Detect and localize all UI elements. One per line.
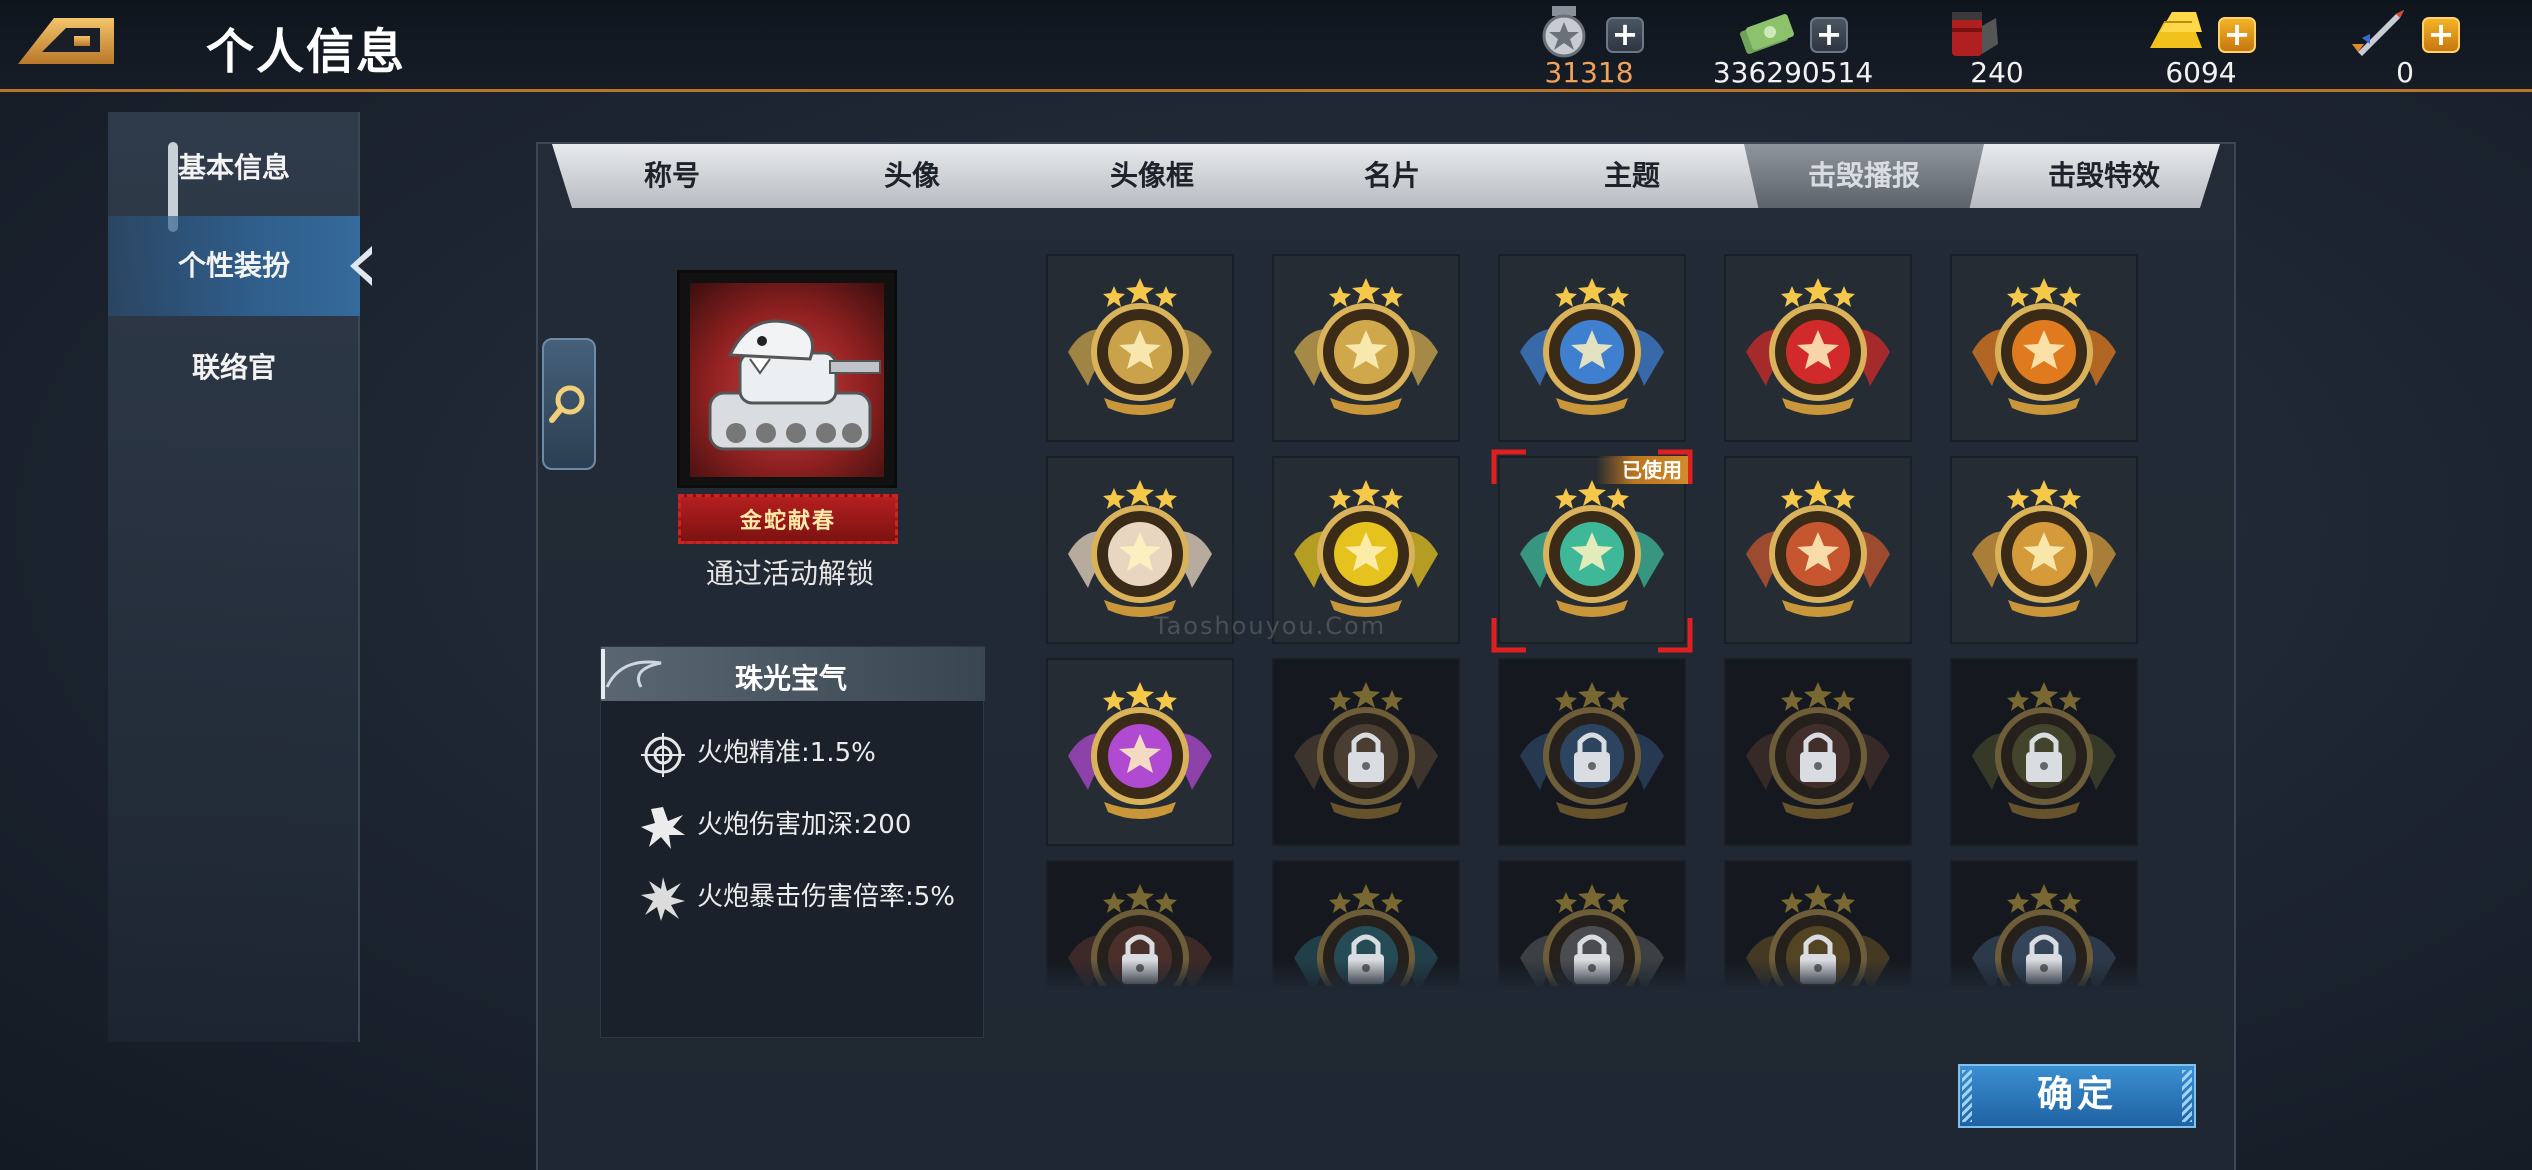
- emblem-cell[interactable]: [1272, 254, 1460, 442]
- gold-value: 6094: [2165, 56, 2237, 89]
- tiger-tank-icon: [708, 319, 881, 451]
- emblem-cell[interactable]: [1272, 658, 1460, 846]
- stat-text: 火炮伤害加深:200: [697, 810, 912, 840]
- medal-value: 31318: [1544, 56, 1634, 89]
- used-badge: 已使用: [1596, 456, 1688, 484]
- emblem-cell[interactable]: [1950, 254, 2138, 442]
- top-bar: 个人信息 + 31318 + 336290514 240 + 6094 + 0: [0, 0, 2532, 92]
- medal-plus-button[interactable]: +: [1606, 17, 1644, 53]
- grid-fade: [1046, 960, 2144, 990]
- active-arrow-icon: [350, 246, 372, 286]
- sidebar-item-personal-style[interactable]: 个性装扮: [108, 216, 372, 316]
- watermark: Taoshouyou.Com: [1153, 612, 1387, 640]
- stats-panel: 珠光宝气 火炮精准:1.5% 火炮伤害加深:200 火炮暴击伤害倍率:5%: [600, 646, 985, 1038]
- swirl-decoration-icon: [601, 649, 662, 699]
- emblem-cell[interactable]: [1950, 456, 2138, 644]
- crosshair-icon: [641, 733, 685, 777]
- preview-art: [690, 283, 884, 477]
- cash-value: 336290514: [1712, 56, 1874, 89]
- winged-sword-emblem-icon: [1294, 278, 1438, 415]
- jade-ring-emblem-icon: [1520, 480, 1664, 617]
- emblem-cell[interactable]: [1498, 658, 1686, 846]
- rocket-plus-button[interactable]: +: [2422, 17, 2460, 53]
- stat-row: 火炮暴击伤害倍率:5%: [641, 867, 981, 927]
- emblem-cell[interactable]: [1498, 254, 1686, 442]
- red-star-wings-emblem-icon: [1746, 278, 1890, 415]
- gold-plus-button[interactable]: +: [2218, 17, 2256, 53]
- stat-text: 火炮暴击伤害倍率:5%: [697, 882, 956, 912]
- sidebar-item-basic-info[interactable]: 基本信息: [108, 118, 360, 218]
- tab-theme[interactable]: 主题: [1512, 144, 1752, 208]
- tab-avatar[interactable]: 头像: [792, 144, 1032, 208]
- screen: 个人信息 + 31318 + 336290514 240 + 6094 + 0 …: [0, 0, 2532, 1170]
- tab-avatar-frame[interactable]: 头像框: [1032, 144, 1272, 208]
- locked-emblem-icon: [1294, 682, 1438, 819]
- preview-banner: 金蛇献春: [678, 494, 898, 544]
- emblem-cell[interactable]: [1046, 658, 1234, 846]
- stats-title: 珠光宝气: [734, 662, 847, 695]
- fuel-barrel-icon: [1952, 12, 1998, 56]
- star-cross-emblem-icon: [1068, 278, 1212, 415]
- side-nav: 基本信息 个性装扮 联络官: [108, 112, 372, 1042]
- open-book-emblem-icon: [1520, 278, 1664, 415]
- search-icon: [549, 385, 585, 423]
- cash-icon: [1740, 14, 1794, 54]
- tab-title[interactable]: 称号: [552, 144, 792, 208]
- medal-token-icon: [1542, 6, 1586, 58]
- emblem-cell[interactable]: [1046, 254, 1234, 442]
- emblem-cell[interactable]: [1724, 658, 1912, 846]
- purple-star-shield-emblem-icon: [1068, 682, 1212, 819]
- stats-header: 珠光宝气: [601, 647, 985, 701]
- cash-plus-button[interactable]: +: [1810, 17, 1848, 53]
- locked-snowflake-emblem-icon: [1520, 682, 1664, 819]
- page-title: 个人信息: [206, 24, 407, 80]
- stat-text: 火炮精准:1.5%: [697, 738, 876, 768]
- tab-kill-broadcast[interactable]: 击毁播报: [1744, 144, 1984, 208]
- stat-row: 火炮精准:1.5%: [641, 723, 981, 783]
- locked-vine-emblem-icon: [1972, 682, 2116, 819]
- tab-name-card[interactable]: 名片: [1272, 144, 1512, 208]
- rocket-icon: [2352, 10, 2404, 56]
- resource-rocket: + 0: [2350, 0, 2532, 90]
- tab-kill-effect[interactable]: 击毁特效: [1984, 144, 2220, 208]
- back-arrow-icon: [18, 18, 114, 64]
- preview-frame: [677, 270, 897, 488]
- golden-swirl-emblem-icon: [1972, 480, 2116, 617]
- emblem-cell[interactable]: [1950, 658, 2138, 846]
- red-star-ornate-emblem-icon: [1746, 480, 1890, 617]
- emblem-cell[interactable]: [1498, 456, 1686, 644]
- preview-banner-text: 金蛇献春: [739, 509, 836, 534]
- emblem-cell[interactable]: [1724, 254, 1912, 442]
- tab-bar: 称号 头像 头像框 名片 主题 击毁播报 击毁特效: [552, 144, 2220, 208]
- confirm-button[interactable]: 确定: [1958, 1064, 2196, 1128]
- gold-bars-icon: [2150, 12, 2202, 48]
- rocket-value: 0: [2396, 56, 2414, 89]
- sidebar-item-label: 个性装扮: [177, 249, 290, 282]
- search-button[interactable]: [542, 338, 596, 470]
- explosion-icon: [641, 807, 685, 849]
- critical-burst-icon: [641, 877, 685, 921]
- unlock-text: 通过活动解锁: [705, 557, 874, 590]
- emblem-cell[interactable]: [1724, 456, 1912, 644]
- stat-row: 火炮伤害加深:200: [641, 795, 981, 855]
- fuel-value: 240: [1970, 56, 2024, 89]
- pumpkin-emblem-icon: [1972, 278, 2116, 415]
- back-button[interactable]: [14, 12, 118, 70]
- locked-wreath-emblem-icon: [1746, 682, 1890, 819]
- sidebar-item-liaison[interactable]: 联络官: [108, 318, 360, 418]
